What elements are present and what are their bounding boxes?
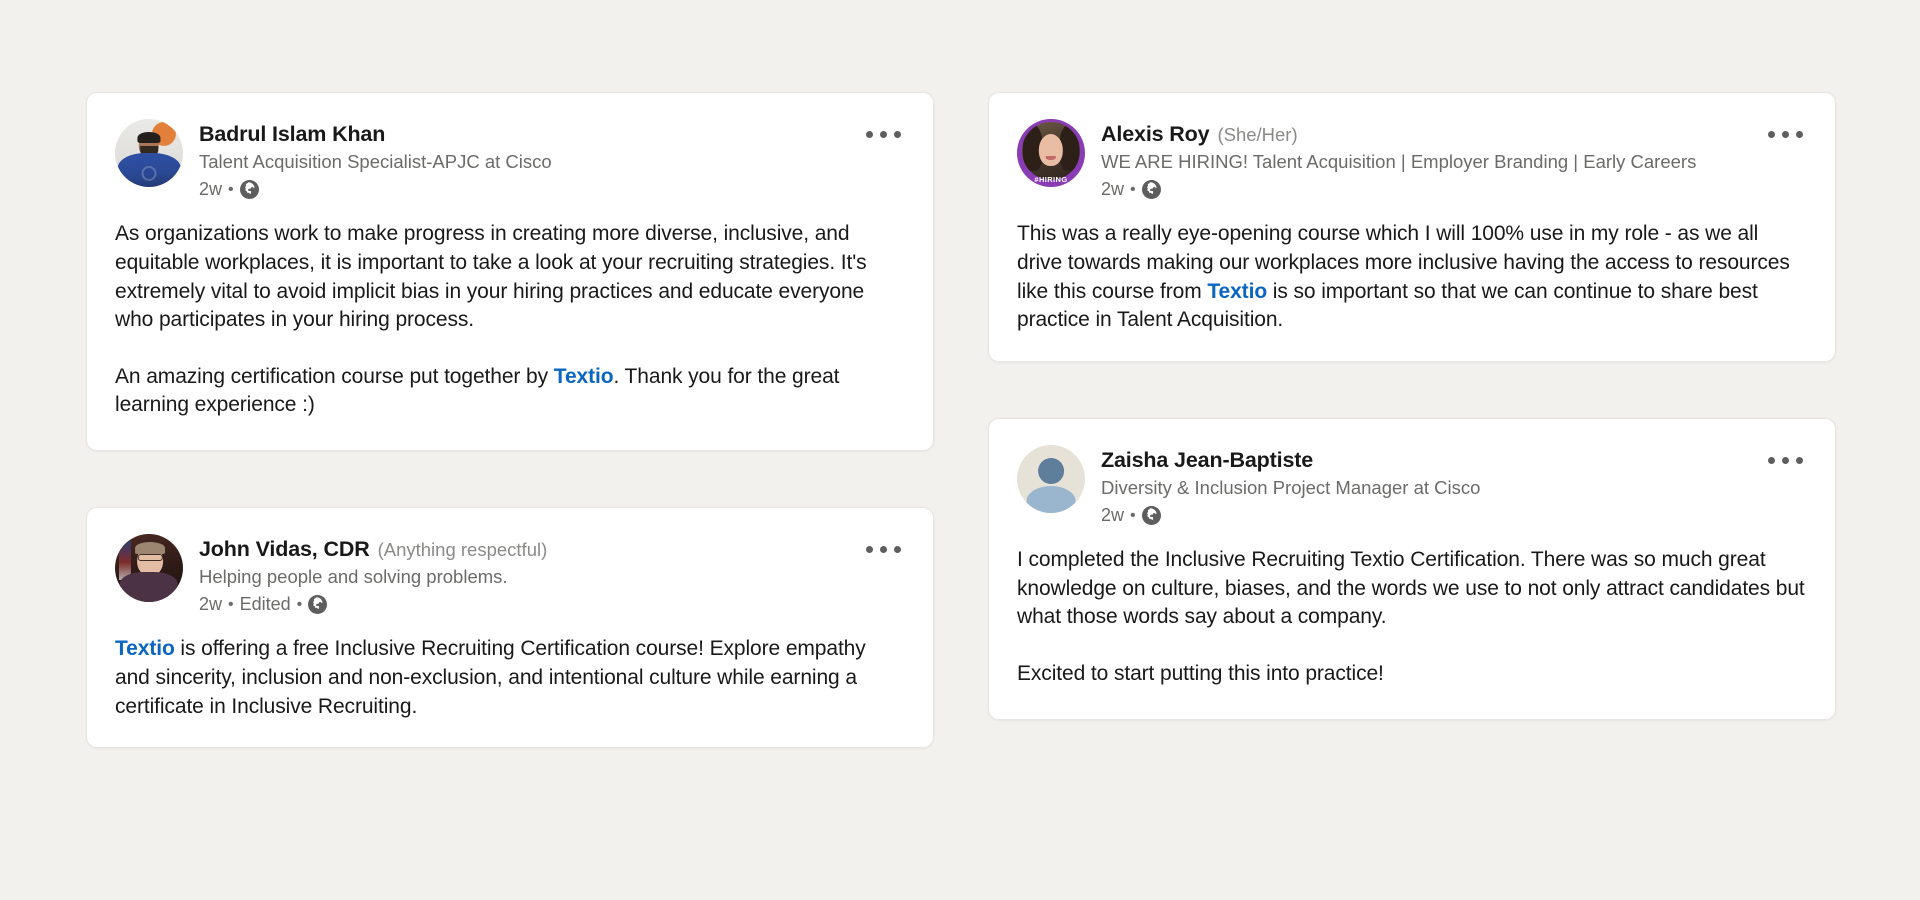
ellipsis-icon-dot (894, 131, 901, 138)
post-meta-line: 2w • (1101, 179, 1696, 200)
ellipsis-icon-dot (866, 546, 873, 554)
post-timestamp: 2w (199, 179, 223, 200)
ellipsis-icon-dot (1782, 131, 1789, 138)
author-name[interactable]: John Vidas, CDR (199, 536, 370, 562)
post-body: As organizations work to make progress i… (115, 220, 905, 420)
ellipsis-icon-dot (880, 131, 887, 138)
globe-icon (1141, 506, 1161, 525)
avatar-image (1022, 122, 1080, 180)
author-pronouns: (Anything respectful) (377, 539, 548, 561)
post-header: Zaisha Jean-Baptiste Diversity & Inclusio… (1017, 444, 1807, 526)
post-card: John Vidas, CDR (Anything respectful) Help… (86, 507, 934, 749)
post-text-run: I completed the Inclusive Recruiting Tex… (1017, 548, 1805, 629)
company-mention-link[interactable]: Textio (554, 365, 614, 388)
ellipsis-icon-dot (894, 546, 901, 554)
post-column-left: Badrul Islam Khan Talent Acquisition Spec… (86, 92, 934, 804)
ellipsis-icon-dot (1768, 131, 1775, 138)
post-author-block: Badrul Islam Khan Talent Acquisition Spec… (199, 119, 552, 200)
avatar[interactable] (115, 534, 183, 603)
avatar-shape-logo (141, 165, 157, 181)
post-timestamp: 2w (1101, 179, 1125, 200)
avatar[interactable] (1017, 444, 1085, 513)
avatar[interactable]: #HIRING (1017, 119, 1085, 187)
ellipsis-icon-dot (1768, 456, 1775, 464)
post-card: Zaisha Jean-Baptiste Diversity & Inclusio… (988, 417, 1836, 720)
post-paragraph: Textio is offering a free Inclusive Recr… (115, 635, 905, 721)
author-name[interactable]: Zaisha Jean-Baptiste (1101, 447, 1313, 473)
avatar-shape-shirt (119, 572, 179, 603)
post-author-block: Alexis Roy (She/Her) WE ARE HIRING! Talent… (1101, 119, 1696, 200)
post-card: Badrul Islam Khan Talent Acquisition Spec… (86, 92, 934, 452)
company-mention-link[interactable]: Textio (115, 637, 175, 660)
post-column-right: #HIRING Alexis Roy (She/Her) WE ARE HIRING!… (988, 92, 1836, 776)
post-meta-line: 2w • (199, 179, 552, 200)
post-body: Textio is offering a free Inclusive Recr… (115, 635, 905, 721)
globe-icon (1141, 180, 1161, 200)
ellipsis-icon-dot (1796, 131, 1803, 138)
post-text-run: As organizations work to make progress i… (115, 222, 867, 332)
post-overflow-menu-button[interactable] (862, 123, 905, 146)
avatar-shape-body (1026, 485, 1076, 513)
avatar-shape-hair (135, 542, 166, 555)
avatar-image (115, 534, 183, 603)
post-paragraph: This was a really eye-opening course whi… (1017, 220, 1807, 335)
meta-separator: • (228, 595, 234, 613)
avatar-shape-head (1038, 457, 1064, 484)
avatar-shape-face (1038, 133, 1064, 167)
author-name-line: John Vidas, CDR (Anything respectful) (199, 536, 547, 562)
post-meta-line: 2w • (1101, 505, 1480, 526)
post-overflow-menu-button[interactable] (1764, 123, 1807, 146)
company-mention-link[interactable]: Textio (1207, 280, 1267, 303)
post-timestamp: 2w (199, 594, 223, 615)
ellipsis-icon-dot (866, 131, 873, 138)
author-headline: Helping people and solving problems. (199, 566, 508, 588)
ellipsis-icon-dot (1796, 456, 1803, 464)
post-card: #HIRING Alexis Roy (She/Her) WE ARE HIRING!… (988, 92, 1836, 362)
post-body: I completed the Inclusive Recruiting Tex… (1017, 546, 1807, 689)
post-text-run: An amazing certification course put toge… (115, 364, 554, 388)
avatar[interactable] (115, 119, 183, 187)
post-header: #HIRING Alexis Roy (She/Her) WE ARE HIRING!… (1017, 119, 1807, 200)
avatar-image (1017, 444, 1085, 513)
author-headline: Talent Acquisition Specialist-APJC at Ci… (199, 151, 552, 173)
post-body: This was a really eye-opening course whi… (1017, 220, 1807, 335)
author-name-line: Alexis Roy (She/Her) (1101, 121, 1696, 147)
author-headline: Diversity & Inclusion Project Manager at… (1101, 477, 1481, 499)
post-paragraph: I completed the Inclusive Recruiting Tex… (1017, 546, 1807, 632)
post-overflow-menu-button[interactable] (1764, 449, 1807, 472)
globe-icon (239, 180, 259, 200)
post-meta-line: 2w • Edited • (199, 594, 547, 615)
post-header: Badrul Islam Khan Talent Acquisition Spec… (115, 119, 905, 200)
post-header: John Vidas, CDR (Anything respectful) Help… (115, 534, 905, 615)
post-edited-label: Edited (239, 594, 291, 615)
avatar-shape-smile (1045, 155, 1057, 161)
author-headline: WE ARE HIRING! Talent Acquisition | Empl… (1101, 151, 1697, 173)
post-collection-board: Badrul Islam Khan Talent Acquisition Spec… (0, 0, 1920, 900)
globe-icon (308, 595, 328, 615)
post-paragraph: An amazing certification course put toge… (115, 363, 905, 420)
avatar-image (115, 119, 183, 187)
post-paragraph: As organizations work to make progress i… (115, 220, 905, 335)
meta-separator: • (1130, 180, 1136, 198)
author-name-line: Zaisha Jean-Baptiste (1101, 447, 1480, 473)
author-name-line: Badrul Islam Khan (199, 121, 552, 147)
avatar-shape-hair (137, 131, 161, 144)
post-text-run: Excited to start putting this into pract… (1017, 661, 1384, 685)
meta-separator: • (228, 180, 234, 198)
post-overflow-menu-button[interactable] (862, 538, 905, 561)
post-timestamp: 2w (1101, 505, 1125, 525)
author-pronouns: (She/Her) (1217, 124, 1298, 145)
post-text-run: is offering a free Inclusive Recruiting … (115, 637, 866, 718)
author-name[interactable]: Badrul Islam Khan (199, 121, 385, 147)
meta-separator: • (296, 595, 303, 613)
post-paragraph: Excited to start putting this into pract… (1017, 660, 1807, 689)
avatar-shape-glasses (138, 554, 163, 561)
post-author-block: Zaisha Jean-Baptiste Diversity & Inclusio… (1101, 445, 1480, 526)
meta-separator: • (1130, 506, 1136, 524)
author-name[interactable]: Alexis Roy (1101, 121, 1210, 147)
ellipsis-icon-dot (1782, 456, 1789, 464)
ellipsis-icon-dot (880, 546, 887, 554)
post-author-block: John Vidas, CDR (Anything respectful) Help… (199, 534, 547, 615)
